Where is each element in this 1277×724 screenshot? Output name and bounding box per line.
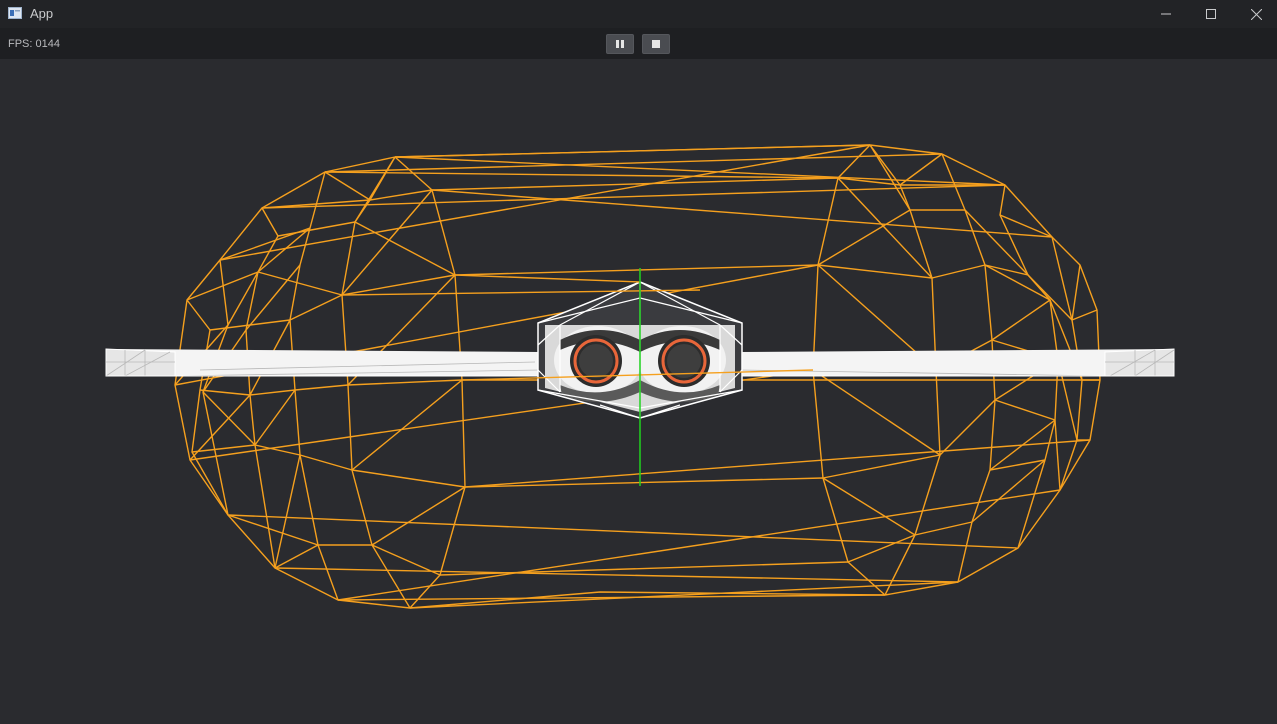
app-window-icon	[8, 7, 22, 19]
close-icon	[1250, 8, 1262, 20]
stop-button[interactable]	[642, 34, 670, 54]
toolbar: FPS: 0144	[0, 28, 1277, 59]
title-bar: App	[0, 0, 1277, 28]
fps-counter: FPS: 0144	[8, 38, 60, 50]
window-title: App	[30, 6, 54, 21]
3d-viewport[interactable]	[0, 59, 1277, 724]
scene-render	[105, 144, 1175, 609]
stop-icon	[652, 40, 660, 48]
pause-button[interactable]	[606, 34, 634, 54]
maximize-button[interactable]	[1188, 0, 1234, 28]
minimize-icon	[1161, 13, 1171, 15]
minimize-button[interactable]	[1143, 0, 1189, 28]
maximize-icon	[1206, 9, 1216, 19]
close-button[interactable]	[1233, 0, 1277, 28]
pause-icon	[616, 40, 624, 48]
